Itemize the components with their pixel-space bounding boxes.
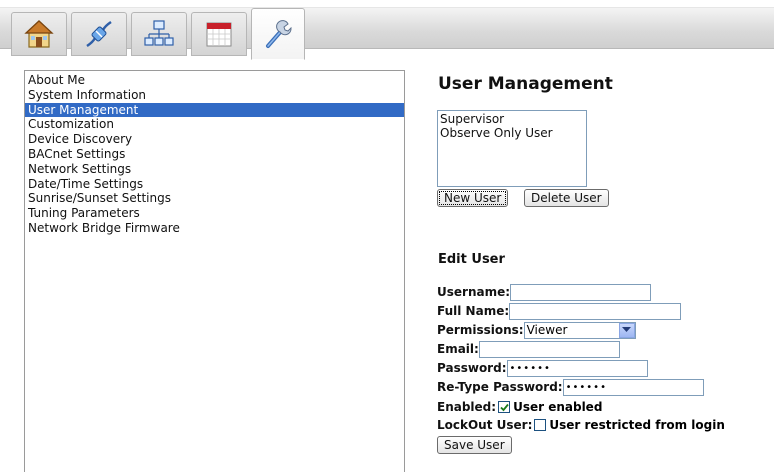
user-option-observe-only[interactable]: Observe Only User: [440, 126, 584, 140]
enabled-row: Enabled: User enabled: [437, 398, 602, 416]
lockout-row: LockOut User: User restricted from login: [437, 416, 725, 434]
tab-home[interactable]: [11, 12, 67, 56]
edit-user-heading: Edit User: [438, 252, 505, 267]
tab-network[interactable]: [71, 12, 127, 56]
chevron-down-icon[interactable]: [618, 322, 635, 338]
page-title: User Management: [438, 74, 613, 94]
sidebar-item-user-management[interactable]: User Management: [25, 102, 404, 118]
username-row: Username:: [437, 283, 652, 301]
sidebar-item-customization[interactable]: Customization: [25, 117, 404, 132]
enabled-label: Enabled:: [437, 400, 497, 414]
sidebar-item-network-settings[interactable]: Network Settings: [25, 162, 404, 177]
fullname-field[interactable]: [509, 302, 682, 320]
tab-settings[interactable]: [251, 8, 305, 60]
permissions-value: Viewer: [526, 323, 568, 337]
password-row: Password: ••••••: [437, 359, 648, 377]
sidebar-item-system-information[interactable]: System Information: [25, 88, 404, 103]
toolbar: [0, 0, 774, 60]
fullname-label: Full Name:: [437, 304, 510, 318]
network-tree-icon: [144, 20, 174, 46]
lockout-label: LockOut User:: [437, 418, 533, 432]
sidebar-item-sunrise-sunset-settings[interactable]: Sunrise/Sunset Settings: [25, 191, 404, 206]
user-listbox[interactable]: Supervisor Observe Only User: [437, 110, 587, 187]
tab-schedule[interactable]: [191, 12, 247, 56]
retype-password-field[interactable]: ••••••: [562, 378, 704, 396]
network-plug-icon: [86, 20, 112, 48]
retype-password-label: Re-Type Password:: [437, 380, 563, 394]
sidebar-nav: About Me System Information User Managem…: [24, 70, 405, 472]
permissions-row: Permissions: Viewer: [437, 321, 636, 339]
username-label: Username:: [437, 285, 511, 299]
lockout-text: User restricted from login: [549, 418, 725, 432]
sidebar-item-bacnet-settings[interactable]: BACnet Settings: [25, 147, 404, 162]
calendar-icon: [206, 22, 232, 47]
sidebar-item-network-bridge-firmware[interactable]: Network Bridge Firmware: [25, 221, 404, 236]
username-field[interactable]: [510, 283, 652, 301]
fullname-row: Full Name:: [437, 302, 682, 320]
email-field[interactable]: [478, 340, 620, 358]
sidebar-item-device-discovery[interactable]: Device Discovery: [25, 132, 404, 147]
email-row: Email:: [437, 340, 620, 358]
sidebar-item-tuning-parameters[interactable]: Tuning Parameters: [25, 206, 404, 221]
wrench-icon: [266, 20, 292, 48]
sidebar-item-date-time-settings[interactable]: Date/Time Settings: [25, 177, 404, 192]
permissions-select[interactable]: Viewer: [523, 321, 636, 339]
retype-password-row: Re-Type Password: ••••••: [437, 378, 704, 396]
enabled-text: User enabled: [513, 400, 603, 414]
home-icon: [24, 20, 54, 48]
user-option-supervisor[interactable]: Supervisor: [440, 112, 584, 126]
tab-devices[interactable]: [131, 12, 187, 56]
checkmark-icon: [499, 403, 509, 411]
enabled-checkbox[interactable]: [498, 401, 511, 413]
save-user-button[interactable]: Save User: [437, 436, 512, 454]
password-label: Password:: [437, 361, 507, 375]
new-user-button[interactable]: New User: [437, 189, 509, 207]
email-label: Email:: [437, 342, 479, 356]
permissions-label: Permissions:: [437, 323, 524, 337]
password-field[interactable]: ••••••: [506, 359, 648, 377]
delete-user-button[interactable]: Delete User: [524, 189, 609, 207]
lockout-checkbox[interactable]: [534, 419, 547, 431]
sidebar-item-about-me[interactable]: About Me: [25, 73, 404, 88]
